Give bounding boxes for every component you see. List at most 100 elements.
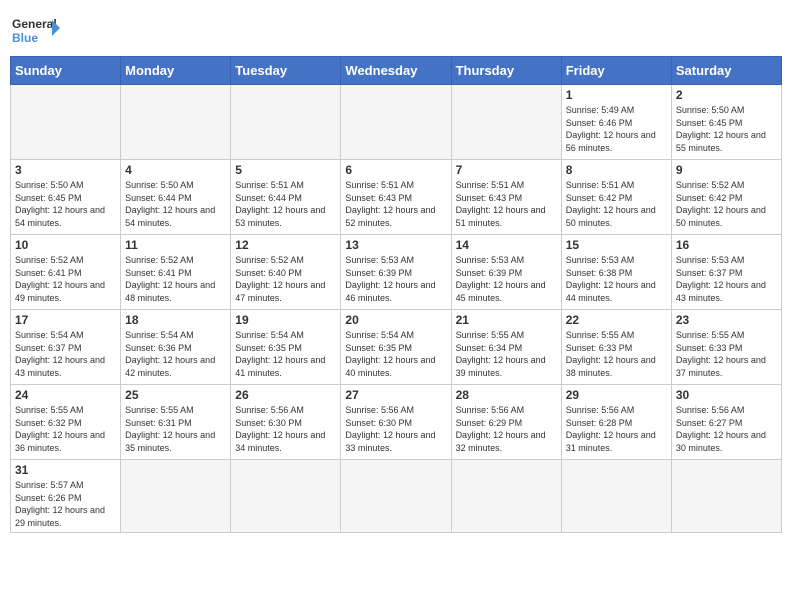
calendar-cell: 12Sunrise: 5:52 AM Sunset: 6:40 PM Dayli… [231,235,341,310]
calendar-cell: 25 Sunrise: 5:55 AM Sunset: 6:31 PM Dayli… [121,385,231,460]
weekday-header-wednesday: Wednesday [341,57,451,85]
day-info: Sunrise: 5:51 AM Sunset: 6:43 PM Dayligh… [456,179,557,229]
day-number: 13 [345,238,446,252]
day-number: 1 [566,88,667,102]
calendar-cell [121,460,231,533]
day-number: 19 [235,313,336,327]
calendar-cell: 31Sunrise: 5:57 AM Sunset: 6:26 PM Dayli… [11,460,121,533]
calendar-cell: 16 Sunrise: 5:53 AM Sunset: 6:37 PM Dayli… [671,235,781,310]
calendar-cell [231,85,341,160]
day-info: Sunrise: 5:49 AM Sunset: 6:46 PM Dayligh… [566,104,667,154]
day-number: 25 [125,388,226,402]
calendar-week-5: 31Sunrise: 5:57 AM Sunset: 6:26 PM Dayli… [11,460,782,533]
calendar-cell: 24 Sunrise: 5:55 AM Sunset: 6:32 PM Dayli… [11,385,121,460]
calendar-week-2: 10Sunrise: 5:52 AM Sunset: 6:41 PM Dayli… [11,235,782,310]
day-info: Sunrise: 5:55 AM Sunset: 6:32 PM Dayligh… [15,404,116,454]
day-info: Sunrise: 5:56 AM Sunset: 6:27 PM Dayligh… [676,404,777,454]
day-number: 2 [676,88,777,102]
day-info: Sunrise: 5:52 AM Sunset: 6:41 PM Dayligh… [125,254,226,304]
day-number: 20 [345,313,446,327]
day-number: 5 [235,163,336,177]
calendar-cell [451,85,561,160]
logo-icon: General Blue [10,10,60,50]
weekday-header-tuesday: Tuesday [231,57,341,85]
calendar-cell: 6 Sunrise: 5:51 AM Sunset: 6:43 PM Daylig… [341,160,451,235]
day-info: Sunrise: 5:51 AM Sunset: 6:43 PM Dayligh… [345,179,446,229]
weekday-header-sunday: Sunday [11,57,121,85]
calendar-cell: 23 Sunrise: 5:55 AM Sunset: 6:33 PM Dayli… [671,310,781,385]
day-info: Sunrise: 5:52 AM Sunset: 6:41 PM Dayligh… [15,254,116,304]
day-number: 21 [456,313,557,327]
day-info: Sunrise: 5:51 AM Sunset: 6:42 PM Dayligh… [566,179,667,229]
day-info: Sunrise: 5:55 AM Sunset: 6:33 PM Dayligh… [676,329,777,379]
day-info: Sunrise: 5:55 AM Sunset: 6:31 PM Dayligh… [125,404,226,454]
logo: General Blue [10,10,60,50]
weekday-header-monday: Monday [121,57,231,85]
calendar-cell [451,460,561,533]
calendar-table: SundayMondayTuesdayWednesdayThursdayFrid… [10,56,782,533]
calendar-cell: 14 Sunrise: 5:53 AM Sunset: 6:39 PM Dayli… [451,235,561,310]
day-number: 30 [676,388,777,402]
day-number: 29 [566,388,667,402]
day-number: 11 [125,238,226,252]
day-info: Sunrise: 5:56 AM Sunset: 6:30 PM Dayligh… [345,404,446,454]
day-number: 6 [345,163,446,177]
day-info: Sunrise: 5:50 AM Sunset: 6:45 PM Dayligh… [15,179,116,229]
day-number: 9 [676,163,777,177]
calendar-cell: 3 Sunrise: 5:50 AM Sunset: 6:45 PM Daylig… [11,160,121,235]
calendar-cell: 21 Sunrise: 5:55 AM Sunset: 6:34 PM Dayli… [451,310,561,385]
weekday-header-thursday: Thursday [451,57,561,85]
day-info: Sunrise: 5:56 AM Sunset: 6:30 PM Dayligh… [235,404,336,454]
svg-text:Blue: Blue [12,31,38,45]
weekday-header-row: SundayMondayTuesdayWednesdayThursdayFrid… [11,57,782,85]
day-info: Sunrise: 5:54 AM Sunset: 6:35 PM Dayligh… [235,329,336,379]
day-number: 31 [15,463,116,477]
day-info: Sunrise: 5:50 AM Sunset: 6:44 PM Dayligh… [125,179,226,229]
day-info: Sunrise: 5:55 AM Sunset: 6:34 PM Dayligh… [456,329,557,379]
calendar-cell [341,85,451,160]
day-number: 22 [566,313,667,327]
day-info: Sunrise: 5:54 AM Sunset: 6:35 PM Dayligh… [345,329,446,379]
calendar-week-0: 1 Sunrise: 5:49 AM Sunset: 6:46 PM Daylig… [11,85,782,160]
day-number: 24 [15,388,116,402]
calendar-cell: 26 Sunrise: 5:56 AM Sunset: 6:30 PM Dayli… [231,385,341,460]
calendar-cell [231,460,341,533]
calendar-cell: 19 Sunrise: 5:54 AM Sunset: 6:35 PM Dayli… [231,310,341,385]
calendar-cell: 29 Sunrise: 5:56 AM Sunset: 6:28 PM Dayli… [561,385,671,460]
day-number: 16 [676,238,777,252]
day-number: 8 [566,163,667,177]
calendar-cell: 22 Sunrise: 5:55 AM Sunset: 6:33 PM Dayli… [561,310,671,385]
weekday-header-saturday: Saturday [671,57,781,85]
day-number: 17 [15,313,116,327]
day-number: 3 [15,163,116,177]
day-info: Sunrise: 5:56 AM Sunset: 6:29 PM Dayligh… [456,404,557,454]
day-info: Sunrise: 5:55 AM Sunset: 6:33 PM Dayligh… [566,329,667,379]
calendar-cell: 8 Sunrise: 5:51 AM Sunset: 6:42 PM Daylig… [561,160,671,235]
calendar-cell: 1 Sunrise: 5:49 AM Sunset: 6:46 PM Daylig… [561,85,671,160]
calendar-cell: 5Sunrise: 5:51 AM Sunset: 6:44 PM Daylig… [231,160,341,235]
calendar-cell: 11 Sunrise: 5:52 AM Sunset: 6:41 PM Dayli… [121,235,231,310]
day-info: Sunrise: 5:53 AM Sunset: 6:38 PM Dayligh… [566,254,667,304]
day-info: Sunrise: 5:52 AM Sunset: 6:42 PM Dayligh… [676,179,777,229]
day-info: Sunrise: 5:53 AM Sunset: 6:39 PM Dayligh… [456,254,557,304]
calendar-cell: 13Sunrise: 5:53 AM Sunset: 6:39 PM Dayli… [341,235,451,310]
calendar-cell: 20 Sunrise: 5:54 AM Sunset: 6:35 PM Dayli… [341,310,451,385]
calendar-cell [561,460,671,533]
calendar-cell [671,460,781,533]
day-number: 12 [235,238,336,252]
calendar-cell: 2Sunrise: 5:50 AM Sunset: 6:45 PM Daylig… [671,85,781,160]
day-number: 14 [456,238,557,252]
day-number: 26 [235,388,336,402]
day-info: Sunrise: 5:56 AM Sunset: 6:28 PM Dayligh… [566,404,667,454]
calendar-cell [11,85,121,160]
calendar-cell: 15Sunrise: 5:53 AM Sunset: 6:38 PM Dayli… [561,235,671,310]
day-number: 4 [125,163,226,177]
day-number: 23 [676,313,777,327]
page-header: General Blue [10,10,782,50]
calendar-cell: 7Sunrise: 5:51 AM Sunset: 6:43 PM Daylig… [451,160,561,235]
calendar-cell: 9 Sunrise: 5:52 AM Sunset: 6:42 PM Daylig… [671,160,781,235]
weekday-header-friday: Friday [561,57,671,85]
calendar-cell: 17Sunrise: 5:54 AM Sunset: 6:37 PM Dayli… [11,310,121,385]
calendar-cell: 10Sunrise: 5:52 AM Sunset: 6:41 PM Dayli… [11,235,121,310]
day-info: Sunrise: 5:53 AM Sunset: 6:37 PM Dayligh… [676,254,777,304]
